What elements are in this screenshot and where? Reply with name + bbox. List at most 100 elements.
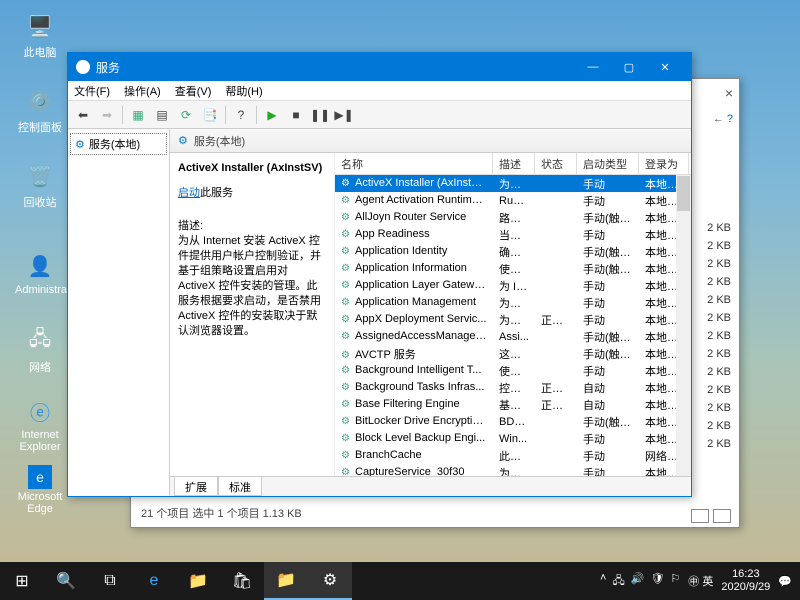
col-logon[interactable]: 登录为 [639, 153, 689, 174]
gear-icon: ⚙ [75, 138, 85, 151]
description-text: 为从 Internet 安装 ActiveX 控件提供用户帐户控制验证，并基于组… [178, 234, 326, 339]
service-row[interactable]: ⚙Block Level Backup Engi...Win...手动本地系统 [335, 430, 691, 447]
tab-standard[interactable]: 标准 [218, 477, 262, 496]
minimize-button[interactable]: — [575, 53, 611, 81]
gear-icon: ⚙ [341, 467, 353, 476]
col-startup[interactable]: 启动类型 [577, 153, 639, 174]
menu-view[interactable]: 查看(V) [175, 83, 212, 99]
scrollbar[interactable] [676, 175, 691, 476]
service-row[interactable]: ⚙Agent Activation Runtime...Runt...手动本地系… [335, 192, 691, 209]
back-button[interactable]: ⬅ [72, 104, 94, 126]
service-row[interactable]: ⚙Base Filtering Engine基本...正在...自动本地服务 [335, 396, 691, 413]
gear-icon: ⚙ [341, 382, 353, 394]
maximize-button[interactable]: ▢ [611, 53, 647, 81]
taskbar-edge[interactable]: e [132, 562, 176, 600]
services-window: 服务 — ▢ ✕ 文件(F) 操作(A) 查看(V) 帮助(H) ⬅ ➡ ▦ ▤… [67, 52, 692, 497]
explorer-close-button[interactable]: × [725, 85, 733, 101]
system-tray[interactable]: ˄ 🖧 🔊 🛡 ⚐ [600, 572, 680, 591]
col-status[interactable]: 状态 [535, 153, 577, 174]
nav-back-icon[interactable]: ← [713, 113, 727, 125]
menu-file[interactable]: 文件(F) [74, 83, 110, 99]
close-button[interactable]: ✕ [647, 53, 683, 81]
service-row[interactable]: ⚙Application Information使用...手动(触发...本地系… [335, 260, 691, 277]
tray-volume-icon[interactable]: 🔊 [631, 572, 645, 591]
service-row[interactable]: ⚙Background Tasks Infras...控制...正在...自动本… [335, 379, 691, 396]
services-icon [76, 60, 90, 74]
taskbar: ⊞ 🔍 ⧉ e 📁 🛍 📁 ⚙ ˄ 🖧 🔊 🛡 ⚐ ㊥ 英 16:23 2020… [0, 562, 800, 600]
service-row[interactable]: ⚙CaptureService_30f30为调...手动本地系统 [335, 464, 691, 476]
service-row[interactable]: ⚙AppX Deployment Servic...为部...正在...手动本地… [335, 311, 691, 328]
export-button[interactable]: 📑 [199, 104, 221, 126]
service-row[interactable]: ⚙Application Identity确定...手动(触发...本地服务 [335, 243, 691, 260]
service-row[interactable]: ⚙BitLocker Drive Encryptio...BDE...手动(触发… [335, 413, 691, 430]
start-service-link[interactable]: 启动 [178, 187, 200, 199]
gear-icon: ⚙ [341, 450, 353, 462]
taskbar-explorer-running[interactable]: 📁 [264, 562, 308, 600]
view-details-icon[interactable] [691, 509, 709, 523]
menu-action[interactable]: 操作(A) [124, 83, 161, 99]
gear-icon: ⚙ [341, 178, 353, 190]
stop-service-button[interactable]: ■ [285, 104, 307, 126]
service-row[interactable]: ⚙AVCTP 服务这是...手动(触发...本地服务 [335, 345, 691, 362]
col-name[interactable]: 名称 [335, 153, 493, 174]
desktop-icon-control-panel[interactable]: ⚙️控制面板 [15, 85, 65, 135]
pause-service-button[interactable]: ❚❚ [309, 104, 331, 126]
gear-icon: ⚙ [341, 399, 353, 411]
gear-icon: ⚙ [341, 314, 353, 326]
restart-service-button[interactable]: ▶❚ [333, 104, 355, 126]
taskbar-services[interactable]: ⚙ [308, 562, 352, 600]
desktop-icon-recycle-bin[interactable]: 🗑️回收站 [15, 160, 65, 210]
col-desc[interactable]: 描述 [493, 153, 535, 174]
refresh-button[interactable]: ⟳ [175, 104, 197, 126]
titlebar[interactable]: 服务 — ▢ ✕ [68, 53, 691, 81]
start-button[interactable]: ⊞ [0, 562, 44, 600]
service-row[interactable]: ⚙Background Intelligent T...使用...手动本地系统 [335, 362, 691, 379]
action-center-icon[interactable]: 💬 [778, 575, 792, 588]
gear-icon: ⚙ [341, 263, 353, 275]
tray-flag-icon[interactable]: ⚐ [670, 572, 680, 591]
menu-help[interactable]: 帮助(H) [225, 83, 262, 99]
search-button[interactable]: 🔍 [44, 562, 88, 600]
service-row[interactable]: ⚙ActiveX Installer (AxInstSV)为从 ...手动本地系… [335, 175, 691, 192]
tray-shield-icon[interactable]: 🛡 [650, 572, 664, 591]
service-row[interactable]: ⚙AssignedAccessManager...Assi...手动(触发...… [335, 328, 691, 345]
ime-indicator[interactable]: ㊥ 英 [688, 573, 713, 589]
forward-button[interactable]: ➡ [96, 104, 118, 126]
gear-icon: ⚙ [341, 212, 353, 224]
show-hide-button[interactable]: ▦ [127, 104, 149, 126]
nav-help-icon[interactable]: ? [727, 113, 733, 125]
service-row[interactable]: ⚙Application Layer Gatewa...为 In...手动本地服… [335, 277, 691, 294]
service-row[interactable]: ⚙Application Management为通...手动本地系统 [335, 294, 691, 311]
tab-extended[interactable]: 扩展 [174, 477, 218, 496]
taskbar-explorer[interactable]: 📁 [176, 562, 220, 600]
view-large-icon[interactable] [713, 509, 731, 523]
service-row[interactable]: ⚙BranchCache此服...手动网络服务 [335, 447, 691, 464]
desktop-icon-pc[interactable]: 🖥️此电脑 [15, 10, 65, 60]
service-row[interactable]: ⚙AllJoyn Router Service路由...手动(触发...本地服务 [335, 209, 691, 226]
desktop-icon-edge[interactable]: eMicrosoft Edge [15, 465, 65, 515]
properties-button[interactable]: ▤ [151, 104, 173, 126]
explorer-file-list: 2 KB2 KB2 KB2 KB2 KB2 KB2 KB2 KB2 KB2 KB… [707, 219, 731, 453]
taskbar-store[interactable]: 🛍 [220, 562, 264, 600]
desktop-icon-network[interactable]: 🖧网络 [15, 325, 65, 375]
tray-up-icon[interactable]: ˄ [600, 572, 606, 591]
tree-services-local[interactable]: ⚙ 服务(本地) [70, 133, 167, 155]
desktop-icon-ie[interactable]: ⓔInternet Explorer [15, 395, 65, 453]
description-label: 描述: [178, 219, 326, 234]
gear-icon: ⚙ [341, 195, 353, 207]
taskbar-clock[interactable]: 16:23 2020/9/29 [721, 568, 770, 594]
gear-icon: ⚙ [178, 134, 188, 147]
taskview-button[interactable]: ⧉ [88, 562, 132, 600]
gear-icon: ⚙ [341, 246, 353, 258]
view-tabs: 扩展 标准 [170, 476, 691, 496]
gear-icon: ⚙ [341, 365, 353, 377]
service-row[interactable]: ⚙App Readiness当用...手动本地系统 [335, 226, 691, 243]
right-pane-header: ⚙ 服务(本地) [170, 129, 691, 153]
scrollbar-thumb[interactable] [677, 176, 690, 211]
service-detail-pane: ActiveX Installer (AxInstSV) 启动此服务 描述: 为… [170, 153, 335, 476]
help-button[interactable]: ? [230, 104, 252, 126]
services-list: 名称 描述 状态 启动类型 登录为 ⚙ActiveX Installer (Ax… [335, 153, 691, 476]
tray-network-icon[interactable]: 🖧 [612, 572, 624, 591]
desktop-icon-admin[interactable]: 👤Administrat... [15, 250, 65, 296]
start-service-button[interactable]: ▶ [261, 104, 283, 126]
